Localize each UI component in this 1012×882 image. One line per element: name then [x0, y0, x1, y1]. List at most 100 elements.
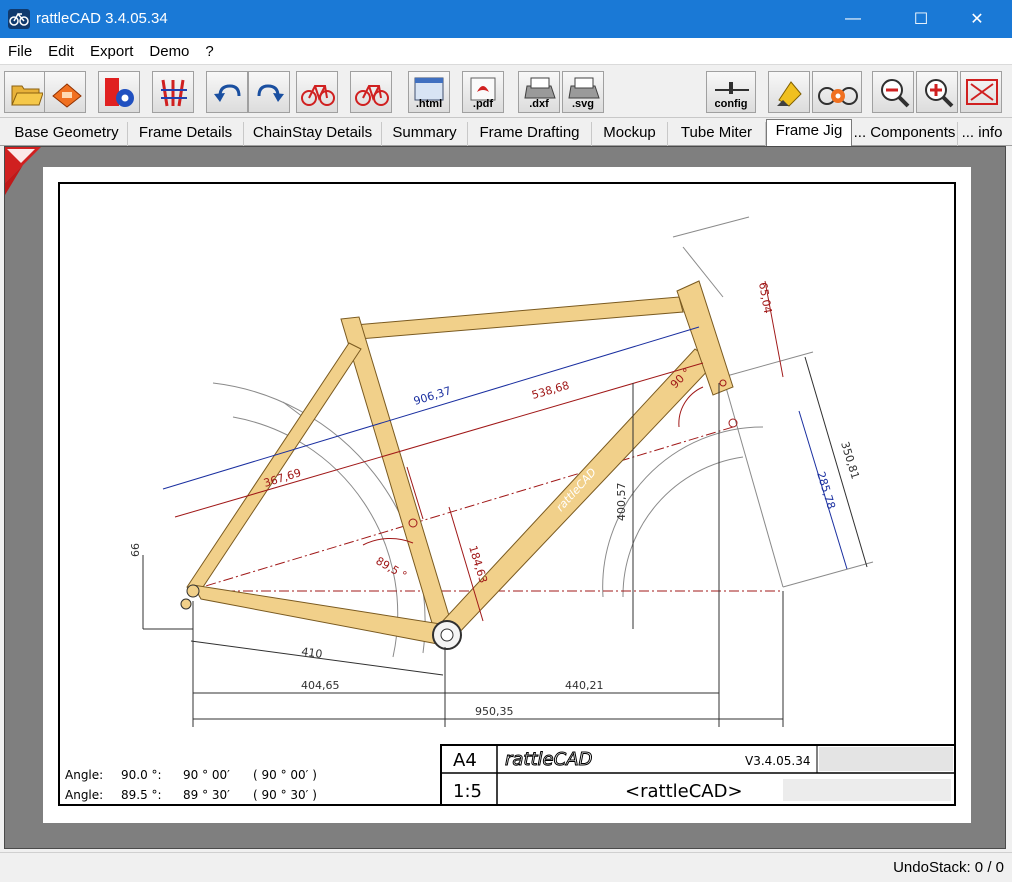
dim-350: 350,81	[838, 440, 862, 481]
dim-404: 404,65	[301, 679, 340, 692]
tab-frame-drafting[interactable]: Frame Drafting	[468, 122, 592, 146]
bike-frame	[186, 280, 734, 646]
geometry-button[interactable]	[152, 71, 194, 113]
title-block-logo: rattleCAD	[505, 749, 592, 770]
tab-summary[interactable]: Summary	[382, 122, 468, 146]
tab-bar: Base Geometry Frame Details ChainStay De…	[0, 118, 1012, 146]
open-folder-icon	[11, 85, 43, 106]
close-button[interactable]: ✕	[954, 0, 1000, 38]
dim-89-5: 89,5 °	[374, 554, 410, 582]
save-icon	[52, 83, 82, 108]
render-icon	[777, 81, 802, 107]
close-icon: ✕	[970, 11, 984, 28]
dim-538: 538,68	[530, 379, 571, 402]
app-icon	[8, 9, 30, 29]
maximize-icon: ☐	[913, 11, 929, 28]
save-button[interactable]	[44, 71, 86, 113]
tab-tube-miter[interactable]: Tube Miter	[668, 122, 766, 146]
dim-400: 400,57	[615, 483, 628, 522]
status-bar: UndoStack: 0 / 0	[0, 852, 1012, 882]
fit-screen-button[interactable]	[960, 71, 1002, 113]
undo-stack-status: UndoStack: 0 / 0	[893, 859, 1004, 876]
undo-button[interactable]	[206, 71, 248, 113]
dim-285: 285,78	[814, 470, 838, 511]
svg-text:90 ° 00′: 90 ° 00′	[183, 768, 230, 782]
fit-screen-icon	[966, 79, 998, 105]
minimize-icon: —	[845, 10, 861, 27]
tab-frame-details[interactable]: Frame Details	[128, 122, 244, 146]
undo-icon	[214, 84, 241, 102]
tab-base-geometry[interactable]: Base Geometry	[6, 122, 128, 146]
bike-icon	[301, 85, 335, 106]
redo-icon	[257, 84, 284, 102]
title-bar: rattleCAD 3.4.05.34 — ☐ ✕	[0, 0, 1012, 38]
menu-file[interactable]: File	[0, 43, 40, 60]
tab-mockup[interactable]: Mockup	[592, 122, 668, 146]
svg-text:89.5 °:: 89.5 °:	[121, 788, 162, 802]
frame-jig-drawing: rattleCAD 906,37 538,68 367,69 184,63 89…	[58, 182, 956, 806]
menu-export[interactable]: Export	[82, 43, 141, 60]
drawing-sheet: rattleCAD 906,37 538,68 367,69 184,63 89…	[43, 167, 971, 823]
drawing-canvas[interactable]: rattleCAD 906,37 538,68 367,69 184,63 89…	[4, 146, 1006, 849]
title-block-name: <rattleCAD>	[625, 781, 743, 802]
title-block-format: A4	[453, 750, 477, 771]
svg-text:( 90 ° 00′ ): ( 90 ° 00′ )	[253, 768, 317, 782]
export-html-button[interactable]: .html	[408, 71, 450, 113]
rear-dropout	[186, 584, 200, 598]
svg-text:Angle:: Angle:	[65, 768, 103, 782]
bike-config-icon	[818, 87, 858, 105]
zoom-out-icon	[881, 79, 910, 108]
bike-icon	[355, 85, 389, 106]
export-pdf-button[interactable]: .pdf	[462, 71, 504, 113]
tab-components[interactable]: ... Components	[852, 122, 958, 146]
bike-button-a[interactable]	[296, 71, 338, 113]
dim-906: 906,37	[412, 384, 453, 408]
svg-text:Angle:: Angle:	[65, 788, 103, 802]
svg-text:89 ° 30′: 89 ° 30′	[183, 788, 230, 802]
tab-info[interactable]: ... info	[958, 122, 1006, 146]
dim-184: 184,63	[466, 544, 490, 585]
config-button[interactable]: config	[706, 71, 756, 113]
title-block-scale: 1:5	[453, 781, 482, 802]
canvas-corner-marker[interactable]	[5, 147, 41, 195]
redo-button[interactable]	[248, 71, 290, 113]
frame-settings-icon	[105, 78, 134, 107]
dim-66: 66	[129, 543, 142, 557]
bike-config-button[interactable]	[812, 71, 862, 113]
menu-demo[interactable]: Demo	[141, 43, 197, 60]
dim-950: 950,35	[475, 705, 514, 718]
svg-text:90.0 °:: 90.0 °:	[121, 768, 162, 782]
title-block-version: V3.4.05.34	[745, 754, 810, 768]
export-svg-button[interactable]: .svg	[562, 71, 604, 113]
seat-tube	[340, 316, 454, 634]
dimensions-blue	[162, 326, 848, 570]
tab-chainstay-details[interactable]: ChainStay Details	[244, 122, 382, 146]
open-button[interactable]	[4, 71, 46, 113]
top-tube	[354, 296, 684, 340]
bike-button-b[interactable]	[350, 71, 392, 113]
zoom-out-button[interactable]	[872, 71, 914, 113]
minimize-button[interactable]: —	[830, 0, 876, 38]
geometry-icon	[161, 79, 187, 107]
angle-table: Angle: 90.0 °: 90 ° 00′ ( 90 ° 00′ ) Ang…	[65, 768, 317, 802]
menu-help[interactable]: ?	[197, 43, 221, 60]
chain-stay	[192, 584, 448, 646]
menu-edit[interactable]: Edit	[40, 43, 82, 60]
menu-bar: File Edit Export Demo ?	[0, 38, 1012, 64]
maximize-button[interactable]: ☐	[898, 0, 944, 38]
dimensions-black	[142, 356, 868, 727]
dim-440: 440,21	[565, 679, 604, 692]
svg-text:( 90 ° 30′ ): ( 90 ° 30′ )	[253, 788, 317, 802]
window-title: rattleCAD 3.4.05.34	[36, 10, 168, 27]
dim-410: 410	[301, 645, 324, 661]
dim-65: 65,04	[756, 281, 774, 314]
tab-frame-jig[interactable]: Frame Jig	[766, 119, 852, 146]
title-block: A4 1:5 rattleCAD V3.4.05.34 <rattleCAD>	[440, 744, 956, 806]
centerline-diag	[188, 426, 734, 592]
export-dxf-button[interactable]: .dxf	[518, 71, 560, 113]
frame-settings-button[interactable]	[98, 71, 140, 113]
toolbar: .html .pdf .dxf .svg config	[0, 64, 1012, 118]
zoom-in-button[interactable]	[916, 71, 958, 113]
render-button[interactable]	[768, 71, 810, 113]
dimension-labels: 906,37 538,68 367,69 184,63 89,5 ° 90 ° …	[129, 281, 862, 718]
